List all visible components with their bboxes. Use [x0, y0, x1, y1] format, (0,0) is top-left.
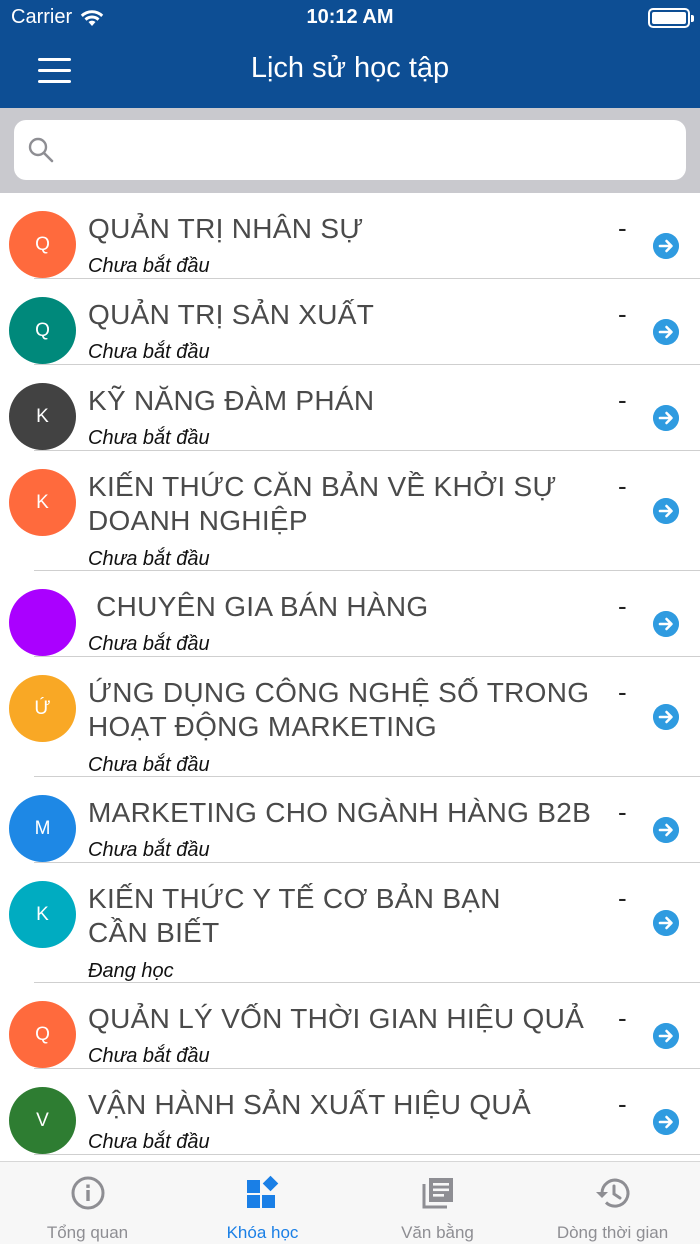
arrow-right-circle-icon[interactable] — [653, 704, 679, 730]
battery-icon — [648, 8, 694, 28]
arrow-right-circle-icon[interactable] — [653, 405, 679, 431]
course-status: Chưa bắt đầu — [88, 427, 210, 449]
course-avatar: Ứ — [9, 675, 76, 742]
course-status: Chưa bắt đầu — [88, 1045, 210, 1067]
course-status: Đang học — [88, 960, 174, 982]
course-title: CHUYÊN GIA BÁN HÀNG — [88, 591, 429, 622]
course-title: VẬN HÀNH SẢN XUẤT HIỆU QUẢ — [88, 1089, 531, 1120]
tab-label: Dòng thời gian — [556, 1223, 669, 1242]
course-avatar: Q — [9, 297, 76, 364]
course-progress-value: - — [618, 471, 627, 501]
tab-overview[interactable]: Tổng quan — [0, 1162, 175, 1244]
course-avatar: K — [9, 383, 76, 450]
course-status: Chưa bắt đầu — [88, 754, 210, 776]
course-title: KIẾN THỨC CĂN BẢN VỀ KHỞI SỰ DOANH NGHIỆ… — [88, 471, 557, 536]
course-status: Chưa bắt đầu — [88, 1131, 210, 1153]
search-box[interactable] — [14, 120, 686, 180]
course-title: KỸ NĂNG ĐÀM PHÁN — [88, 385, 375, 416]
search-bar — [0, 108, 700, 193]
page-title: Lịch sử học tập — [250, 52, 450, 84]
tab-bar: Tổng quan Khóa học Văn bằng Dòng thời gi… — [0, 1161, 700, 1244]
course-title: KIẾN THỨC Y TẾ CƠ BẢN BẠN CẦN BIẾT — [88, 883, 501, 948]
course-row[interactable]: Q QUẢN TRỊ NHÂN SỰ Chưa bắt đầu - — [0, 193, 700, 279]
course-avatar: M — [9, 795, 76, 862]
tab-timeline[interactable]: Dòng thời gian — [525, 1162, 700, 1244]
arrow-right-circle-icon[interactable] — [653, 1023, 679, 1049]
course-row[interactable]: V VẬN HÀNH SẢN XUẤT HIỆU QUẢ Chưa bắt đầ… — [0, 1069, 700, 1155]
course-progress-value: - — [618, 677, 627, 707]
course-row[interactable]: Ứ ỨNG DỤNG CÔNG NGHỆ SỐ TRONG HOẠT ĐỘNG … — [0, 657, 700, 777]
course-title: MARKETING CHO NGÀNH HÀNG B2B — [88, 797, 592, 828]
search-input[interactable] — [70, 130, 670, 170]
course-status: Chưa bắt đầu — [88, 633, 210, 655]
course-title: QUẢN TRỊ SẢN XUẤT — [88, 299, 375, 330]
arrow-right-circle-icon[interactable] — [653, 498, 679, 524]
status-time: 10:12 AM — [306, 6, 394, 28]
arrow-right-circle-icon[interactable] — [653, 611, 679, 637]
course-title: QUẢN LÝ VỐN THỜI GIAN HIỆU QUẢ — [88, 1003, 585, 1034]
course-progress-value: - — [618, 883, 627, 913]
arrow-right-circle-icon[interactable] — [653, 233, 679, 259]
history-clock-icon — [596, 1178, 630, 1208]
course-avatar — [9, 589, 76, 656]
course-status: Chưa bắt đầu — [88, 255, 210, 277]
library-books-icon — [422, 1178, 453, 1209]
nav-bar: Lịch sử học tập — [0, 36, 700, 108]
course-progress-value: - — [618, 213, 627, 243]
course-avatar: V — [9, 1087, 76, 1154]
course-row[interactable]: M MARKETING CHO NGÀNH HÀNG B2B Chưa bắt … — [0, 777, 700, 863]
apps-grid-icon — [247, 1175, 279, 1208]
course-avatar: Q — [9, 211, 76, 278]
arrow-right-circle-icon[interactable] — [653, 319, 679, 345]
tab-label: Văn bằng — [401, 1223, 474, 1242]
course-progress-value: - — [618, 591, 627, 621]
status-bar: Carrier 10:12 AM — [0, 0, 700, 36]
course-progress-value: - — [618, 797, 627, 827]
course-title: ỨNG DỤNG CÔNG NGHỆ SỐ TRONG HOẠT ĐỘNG MA… — [88, 677, 590, 742]
course-row[interactable]: K KIẾN THỨC Y TẾ CƠ BẢN BẠN CẦN BIẾT Đan… — [0, 863, 700, 983]
course-list: Q QUẢN TRỊ NHÂN SỰ Chưa bắt đầu - Q QUẢN… — [0, 193, 700, 1161]
course-title: QUẢN TRỊ NHÂN SỰ — [88, 213, 364, 244]
course-avatar: K — [9, 881, 76, 948]
course-progress-value: - — [618, 385, 627, 415]
course-progress-value: - — [618, 1003, 627, 1033]
course-status: Chưa bắt đầu — [88, 548, 210, 570]
tab-label: Tổng quan — [46, 1223, 129, 1242]
tab-label: Khóa học — [226, 1223, 299, 1242]
course-row[interactable]: Q QUẢN LÝ VỐN THỜI GIAN HIỆU QUẢ Chưa bắ… — [0, 983, 700, 1069]
course-avatar: Q — [9, 1001, 76, 1068]
course-row[interactable]: K KỸ NĂNG ĐÀM PHÁN Chưa bắt đầu - — [0, 365, 700, 451]
arrow-right-circle-icon[interactable] — [653, 817, 679, 843]
course-avatar: K — [9, 469, 76, 536]
search-icon — [28, 137, 54, 163]
arrow-right-circle-icon[interactable] — [653, 1109, 679, 1135]
arrow-right-circle-icon[interactable] — [653, 910, 679, 936]
course-progress-value: - — [618, 299, 627, 329]
course-row[interactable]: K KIẾN THỨC CĂN BẢN VỀ KHỞI SỰ DOANH NGH… — [0, 451, 700, 571]
course-row[interactable]: CHUYÊN GIA BÁN HÀNG Chưa bắt đầu - — [0, 571, 700, 657]
info-circle-icon — [71, 1176, 105, 1210]
top-bar: Carrier 10:12 AM Lịch sử học tập — [0, 0, 700, 108]
tab-certificates[interactable]: Văn bằng — [350, 1162, 525, 1244]
course-status: Chưa bắt đầu — [88, 839, 210, 861]
course-row[interactable]: Q QUẢN TRỊ SẢN XUẤT Chưa bắt đầu - — [0, 279, 700, 365]
course-progress-value: - — [618, 1089, 627, 1119]
course-status: Chưa bắt đầu — [88, 341, 210, 363]
tab-courses[interactable]: Khóa học — [175, 1162, 350, 1244]
